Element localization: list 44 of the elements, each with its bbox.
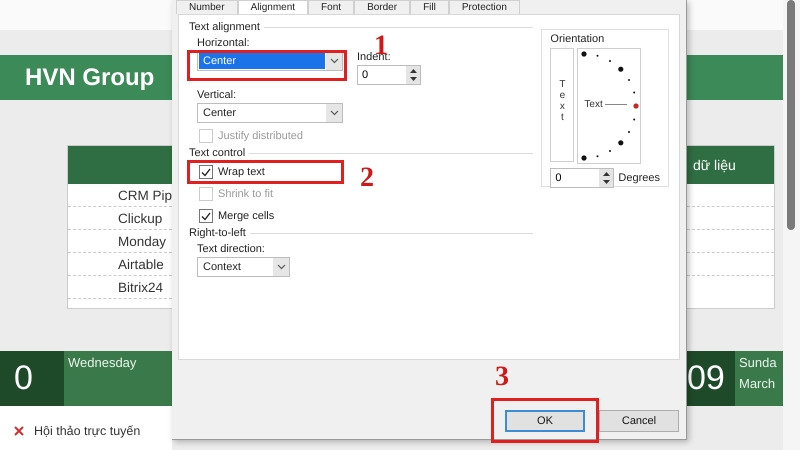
checkbox-label: Justify distributed <box>218 130 303 142</box>
field-label: Text direction: <box>197 243 265 255</box>
list-item: Clickup <box>118 210 162 226</box>
tab[interactable]: Border <box>354 0 410 14</box>
step-number: 2 <box>360 164 374 192</box>
checkbox-label: Shrink to fit <box>218 188 274 200</box>
weekday-label: Sunda <box>739 355 778 370</box>
cancel-button[interactable]: Cancel <box>599 410 679 432</box>
tab[interactable]: Font <box>308 0 354 14</box>
group-title: Right-to-left <box>189 227 246 239</box>
weekday-label: Wednesday <box>68 355 138 370</box>
checkbox-label: Wrap text <box>218 166 265 178</box>
group-title: Orientation <box>550 33 606 45</box>
list-item: Bitrix24 <box>118 280 164 294</box>
ok-button[interactable]: OK <box>505 410 585 432</box>
field-label: Horizontal: <box>197 37 250 49</box>
dropdown[interactable]: Context <box>197 257 290 277</box>
field-label: Degrees <box>618 172 660 184</box>
tab[interactable]: Fill <box>410 0 449 14</box>
date-number: 0 <box>14 359 33 398</box>
orientation-dial[interactable]: Text <box>577 48 642 164</box>
group-title: Text control <box>189 147 246 159</box>
list-item: Monday <box>118 234 166 248</box>
dial-text: Text <box>584 99 603 110</box>
vertical-text-option[interactable]: Text <box>550 48 574 162</box>
list-item: Airtable <box>118 256 164 272</box>
step-number: 3 <box>495 363 509 391</box>
event-label: Hội thảo trực tuyến <box>34 424 140 438</box>
group-title: Text alignment <box>189 21 260 33</box>
list-item: CRM Pip <box>118 188 172 202</box>
field-label: Vertical: <box>197 89 236 101</box>
tab[interactable]: Protection <box>448 0 520 14</box>
field-label: Indent: <box>357 51 391 63</box>
tab[interactable]: Number <box>176 0 238 14</box>
dropdown[interactable]: Center <box>197 51 343 71</box>
number-field[interactable]: 0 <box>357 65 421 85</box>
date-number: 09 <box>687 359 725 398</box>
number-field[interactable]: 0 <box>550 168 614 188</box>
card-header-text: dữ liệu <box>692 157 736 173</box>
month-label: March <box>739 376 776 391</box>
banner-title: HVN Group <box>25 64 154 92</box>
dropdown[interactable]: Center <box>197 103 343 123</box>
tab[interactable]: Alignment <box>238 0 308 14</box>
checkbox-label: Merge cells <box>218 210 274 222</box>
